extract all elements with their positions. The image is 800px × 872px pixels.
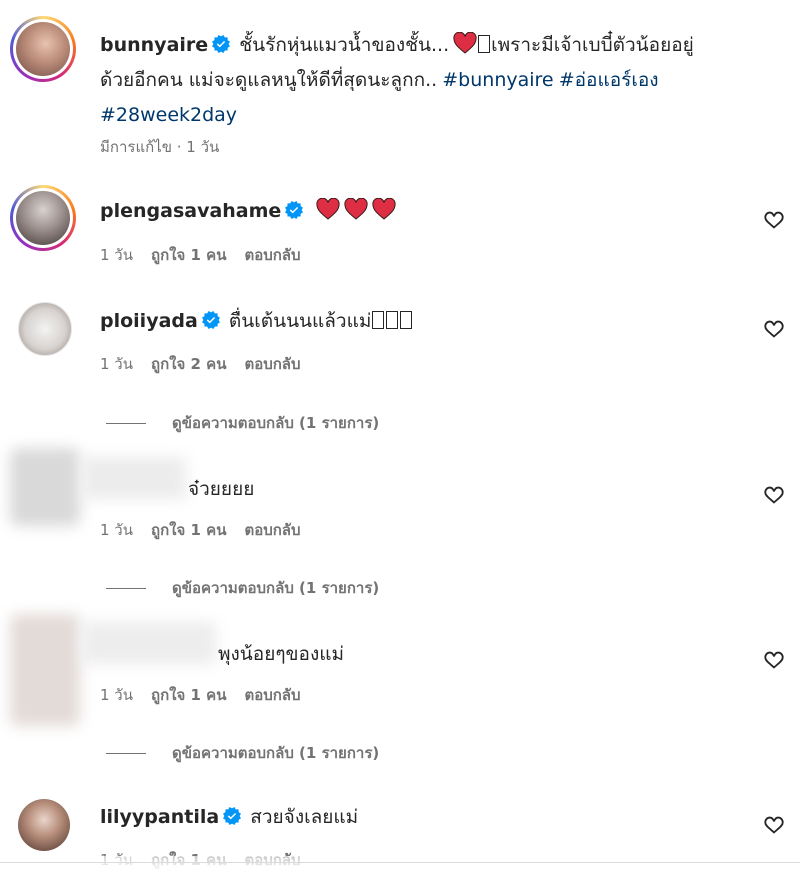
red-heart-emoji-icon xyxy=(316,198,340,220)
comment-avatar[interactable] xyxy=(18,302,72,356)
comment-time[interactable]: 1 วัน xyxy=(100,355,133,373)
view-replies-label: ดูข้อความตอบกลับ (1 รายการ) xyxy=(172,744,380,762)
comment-row: lilyypantila สวยจังเลยแม่ xyxy=(100,802,358,833)
heart-outline-icon[interactable] xyxy=(763,484,785,506)
verified-badge-icon xyxy=(285,201,303,219)
caption-avatar-ring xyxy=(10,16,76,82)
comment-time[interactable]: 1 วัน xyxy=(100,521,133,539)
caption-avatar[interactable] xyxy=(16,22,70,76)
blurred-avatar[interactable] xyxy=(10,614,80,726)
red-heart-emoji-icon xyxy=(453,32,477,54)
reply-button[interactable]: ตอบกลับ xyxy=(244,686,300,704)
caption-text-2: เพราะมีเจ้าเบบี๋ตัวน้อยอยู่ xyxy=(491,34,694,56)
comment-meta: 1 วัน ถูกใจ 1 คน ตอบกลับ xyxy=(100,518,319,542)
hashtag-link[interactable]: #อ่อแอร์เอง xyxy=(559,69,659,91)
comment-likes[interactable]: ถูกใจ 1 คน xyxy=(151,686,226,704)
reply-button[interactable]: ตอบกลับ xyxy=(244,355,300,373)
unsupported-glyph-icon xyxy=(372,311,385,329)
comment-text: ตื่นเต้นนนแล้วแม่ xyxy=(228,310,372,332)
caption-meta: มีการแก้ไข · 1 วัน xyxy=(100,138,220,156)
caption-block: bunnyaire ชั้นรักหุ่นแมวน้ำของชั้น... เพร… xyxy=(100,28,780,133)
red-heart-emoji-icon xyxy=(372,198,396,220)
comment-row: plengasavahame xyxy=(100,196,396,227)
blurred-username[interactable] xyxy=(82,622,216,664)
comment-username[interactable]: plengasavahame xyxy=(100,200,281,222)
heart-outline-icon[interactable] xyxy=(763,649,785,671)
scroll-fade xyxy=(0,856,800,872)
divider-line xyxy=(106,587,146,589)
comment-time[interactable]: 1 วัน xyxy=(100,686,133,704)
hashtag-link[interactable]: #28week2day xyxy=(100,104,237,126)
heart-outline-icon[interactable] xyxy=(763,209,785,231)
view-replies-button[interactable]: ดูข้อความตอบกลับ (1 รายการ) xyxy=(106,576,379,600)
comment-likes[interactable]: ถูกใจ 1 คน xyxy=(151,246,226,264)
view-replies-button[interactable]: ดูข้อความตอบกลับ (1 รายการ) xyxy=(106,411,379,435)
comment-likes[interactable]: ถูกใจ 2 คน xyxy=(151,355,226,373)
reply-button[interactable]: ตอบกลับ xyxy=(244,246,300,264)
verified-badge-icon xyxy=(202,311,220,329)
comment-meta: 1 วัน ถูกใจ 1 คน ตอบกลับ xyxy=(100,683,319,707)
comment-avatar[interactable] xyxy=(18,799,70,851)
heart-outline-icon[interactable] xyxy=(763,318,785,340)
unsupported-glyph-icon xyxy=(386,311,399,329)
view-replies-button[interactable]: ดูข้อความตอบกลับ (1 รายการ) xyxy=(106,741,379,765)
caption-text-1: ชั้นรักหุ่นแมวน้ำของชั้น... xyxy=(239,34,450,56)
verified-badge-icon xyxy=(212,35,230,53)
divider-line xyxy=(106,752,146,754)
comment-text: พุงน้อยๆของแม่ xyxy=(218,643,344,665)
blurred-avatar[interactable] xyxy=(10,448,80,526)
comment-likes[interactable]: ถูกใจ 1 คน xyxy=(151,521,226,539)
comment-avatar-ring xyxy=(10,185,76,251)
caption-text-3: ด้วยอีกคน แม่จะดูแลหนูให้ดีที่สุดนะลูกก.… xyxy=(100,69,438,91)
verified-badge-icon xyxy=(223,807,241,825)
heart-outline-icon[interactable] xyxy=(763,814,785,836)
divider-line xyxy=(106,422,146,424)
bottom-divider xyxy=(0,862,800,863)
comment-text: จ๋วยยยย xyxy=(188,478,255,500)
comment-username[interactable]: lilyypantila xyxy=(100,806,219,828)
caption-username[interactable]: bunnyaire xyxy=(100,34,208,56)
hashtag-link[interactable]: #bunnyaire xyxy=(442,69,553,91)
unsupported-glyph-icon xyxy=(478,35,491,53)
comment-meta: 1 วัน ถูกใจ 1 คน ตอบกลับ xyxy=(100,243,319,267)
red-heart-emoji-icon xyxy=(344,198,368,220)
reply-button[interactable]: ตอบกลับ xyxy=(244,521,300,539)
comment-username[interactable]: ploiiyada xyxy=(100,310,198,332)
comment-meta: 1 วัน ถูกใจ 2 คน ตอบกลับ xyxy=(100,352,319,376)
comment-time[interactable]: 1 วัน xyxy=(100,246,133,264)
comment-text: สวยจังเลยแม่ xyxy=(250,806,359,828)
comment-avatar[interactable] xyxy=(16,191,70,245)
comment-row: ploiiyada ตื่นเต้นนนแล้วแม่ xyxy=(100,306,413,337)
view-replies-label: ดูข้อความตอบกลับ (1 รายการ) xyxy=(172,414,380,432)
unsupported-glyph-icon xyxy=(400,311,413,329)
view-replies-label: ดูข้อความตอบกลับ (1 รายการ) xyxy=(172,579,380,597)
blurred-username[interactable] xyxy=(82,457,186,499)
